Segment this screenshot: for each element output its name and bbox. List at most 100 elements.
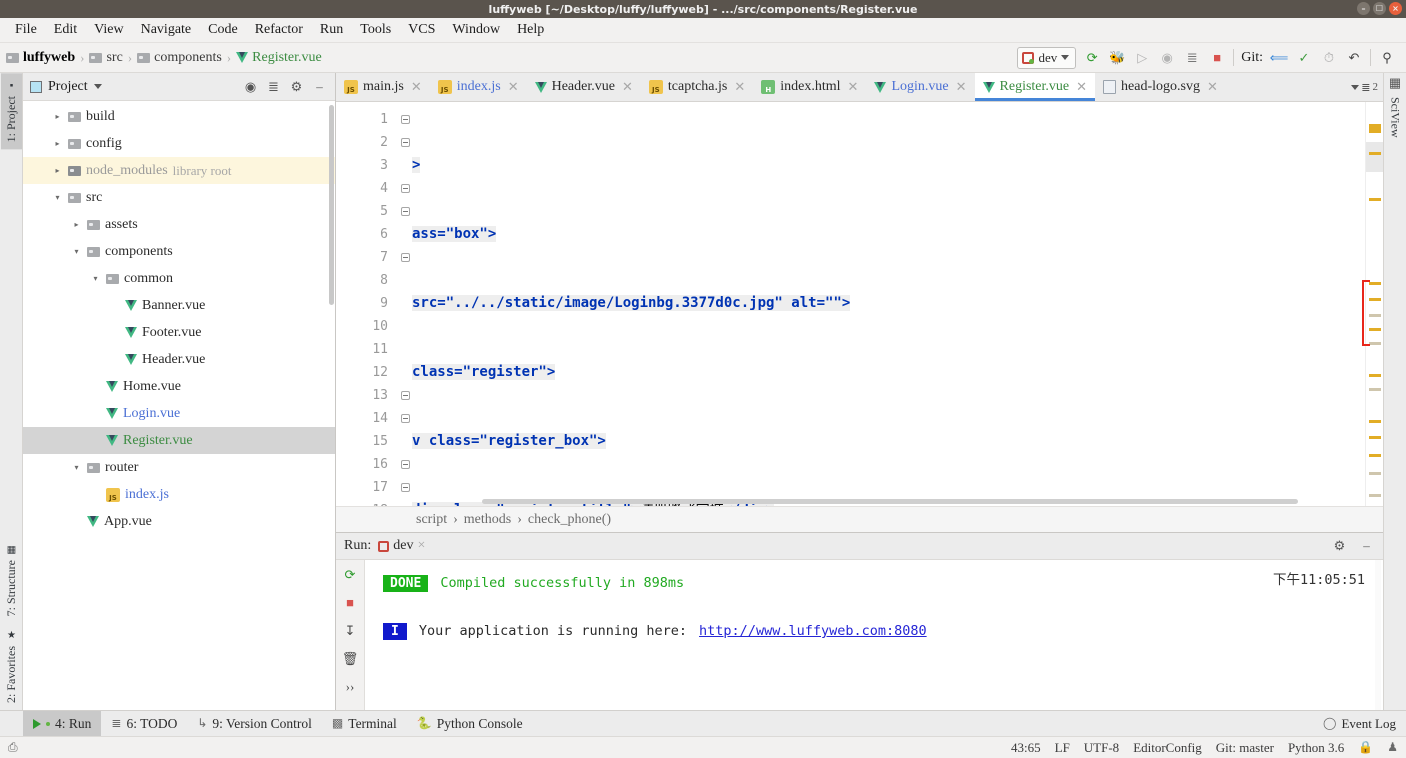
run-coverage-icon[interactable]: ▷ — [1133, 49, 1151, 67]
menu-code[interactable]: Code — [201, 20, 245, 40]
fold-marker[interactable] — [398, 177, 412, 200]
run-step-icon[interactable]: ≣ — [1183, 49, 1201, 67]
chevron-down-icon[interactable] — [1351, 84, 1360, 90]
event-log-label[interactable]: Event Log — [1341, 716, 1396, 732]
gear-icon[interactable]: ⚙ — [1331, 538, 1348, 555]
editor-tab-login-vue[interactable]: Login.vue ✕ — [866, 73, 974, 101]
tree-item-header-vue[interactable]: Header.vue — [23, 346, 335, 373]
editor-tab-index-js[interactable]: JS index.js ✕ — [430, 73, 527, 101]
sciview-grid-icon[interactable]: ▦ — [1387, 73, 1404, 90]
close-icon[interactable]: ✕ — [622, 79, 633, 95]
run-icon[interactable]: ⟳ — [1083, 49, 1101, 67]
menu-window[interactable]: Window — [445, 20, 507, 40]
fold-marker[interactable] — [398, 131, 412, 154]
editorconfig-indicator[interactable]: EditorConfig — [1133, 740, 1202, 756]
lock-icon[interactable]: 🔒 — [1358, 740, 1373, 755]
expand-arrow-icon[interactable]: ▸ — [71, 220, 82, 229]
tree-item-router[interactable]: ▾ router — [23, 454, 335, 481]
tool-tab-todo[interactable]: ≣ 6: TODO — [101, 711, 187, 736]
breadcrumb-file[interactable]: Register.vue — [236, 50, 322, 66]
close-icon[interactable]: ✕ — [508, 79, 519, 95]
tree-item-login-vue[interactable]: Login.vue — [23, 400, 335, 427]
sidebar-item-favorites[interactable]: 2: Favorites ★ — [1, 623, 22, 710]
minimize-button[interactable]: – — [1357, 2, 1370, 15]
tree-item-node-modules[interactable]: ▸ node_modules library root — [23, 157, 335, 184]
menu-run[interactable]: Run — [313, 20, 350, 40]
maximize-button[interactable]: ☐ — [1373, 2, 1386, 15]
menu-tools[interactable]: Tools — [353, 20, 398, 40]
more-icon[interactable]: ›› — [342, 678, 359, 695]
menu-edit[interactable]: Edit — [47, 20, 84, 40]
breadcrumb-function[interactable]: check_phone() — [528, 512, 611, 528]
search-icon[interactable]: ⚲ — [1378, 49, 1396, 67]
tree-item-build[interactable]: ▸ build — [23, 103, 335, 130]
expand-arrow-icon[interactable]: ▸ — [52, 112, 63, 121]
breadcrumb-methods[interactable]: methods — [464, 512, 511, 528]
caret-position[interactable]: 43:65 — [1011, 740, 1041, 756]
expand-arrow-icon[interactable]: ▾ — [90, 274, 101, 283]
rerun-icon[interactable]: ⟳ — [342, 566, 359, 583]
sidebar-item-sciview[interactable]: SciView — [1385, 90, 1406, 145]
hide-icon[interactable]: – — [311, 78, 328, 95]
menu-navigate[interactable]: Navigate — [134, 20, 199, 40]
code-text[interactable]: > ass="box"> src="../../static/image/Log… — [412, 102, 1365, 506]
git-update-icon[interactable]: ⟸ — [1270, 49, 1289, 67]
menu-file[interactable]: File — [8, 20, 44, 40]
editor-tab-tcaptcha-js[interactable]: JS tcaptcha.js ✕ — [641, 73, 753, 101]
close-icon[interactable]: ✕ — [1207, 79, 1218, 95]
gear-icon[interactable]: ⚙ — [288, 78, 305, 95]
editor-tab-header-vue[interactable]: Header.vue ✕ — [527, 73, 641, 101]
git-branch[interactable]: Git: master — [1216, 740, 1274, 756]
file-encoding[interactable]: UTF-8 — [1084, 740, 1119, 756]
tree-item-config[interactable]: ▸ config — [23, 130, 335, 157]
fold-marker[interactable] — [398, 407, 412, 430]
collapse-all-icon[interactable]: ≣ — [265, 78, 282, 95]
breadcrumb-project[interactable]: luffyweb — [6, 50, 75, 66]
git-revert-icon[interactable]: ↶ — [1345, 49, 1363, 67]
close-icon[interactable]: ✕ — [734, 79, 745, 95]
fold-marker[interactable] — [398, 108, 412, 131]
close-icon[interactable]: × — [417, 538, 425, 554]
fold-marker[interactable] — [398, 246, 412, 269]
expand-arrow-icon[interactable]: ▸ — [52, 166, 63, 175]
tool-tab-version-control[interactable]: ↳ 9: Version Control — [187, 711, 322, 736]
tree-item-src[interactable]: ▾ src — [23, 184, 335, 211]
expand-arrow-icon[interactable]: ▾ — [71, 247, 82, 256]
fold-marker[interactable] — [398, 453, 412, 476]
fold-marker[interactable] — [398, 476, 412, 499]
fold-marker[interactable] — [398, 200, 412, 223]
breadcrumb-src[interactable]: src — [89, 50, 123, 66]
tree-item-app-vue[interactable]: App.vue — [23, 508, 335, 535]
editor-tab-head-logo-svg[interactable]: head-logo.svg ✕ — [1095, 73, 1226, 101]
console-scrollbar[interactable] — [1375, 560, 1381, 710]
code-editor[interactable]: 123456789101112131415161718 > ass="box">… — [336, 102, 1383, 506]
editor-tab-register-vue[interactable]: Register.vue ✕ — [974, 73, 1096, 101]
app-url-link[interactable]: http://www.luffyweb.com:8080 — [699, 623, 927, 639]
scroll-to-end-icon[interactable]: ↧ — [342, 622, 359, 639]
expand-arrow-icon[interactable]: ▸ — [52, 139, 63, 148]
editor-tab-main-js[interactable]: JS main.js ✕ — [336, 73, 430, 101]
code-folding-gutter[interactable] — [398, 102, 412, 506]
stop-icon[interactable]: ■ — [342, 594, 359, 611]
memory-indicator-icon[interactable]: ⎙ — [8, 740, 18, 755]
analysis-marker-stripe[interactable] — [1362, 102, 1383, 506]
hide-icon[interactable]: – — [1358, 538, 1375, 555]
expand-arrow-icon[interactable]: ▾ — [71, 463, 82, 472]
line-separator[interactable]: LF — [1055, 740, 1070, 756]
menu-help[interactable]: Help — [510, 20, 551, 40]
menu-view[interactable]: View — [87, 20, 130, 40]
editor-horizontal-scrollbar[interactable] — [482, 499, 1315, 504]
python-interpreter[interactable]: Python 3.6 — [1288, 740, 1344, 756]
debug-icon[interactable]: 🐝 — [1108, 49, 1126, 67]
run-configuration-selector[interactable]: dev — [1017, 46, 1077, 69]
run-console-output[interactable]: DONE Compiled successfully in 898ms I Yo… — [365, 560, 1383, 710]
scrollbar-thumb[interactable] — [1366, 142, 1383, 172]
sidebar-item-structure[interactable]: 7: Structure ▦ — [1, 537, 22, 623]
tree-item-index-js[interactable]: JS index.js — [23, 481, 335, 508]
tool-tab-terminal[interactable]: ▩ Terminal — [322, 711, 407, 736]
editor-tab-index-html[interactable]: Hindex.html ✕ — [753, 73, 866, 101]
tab-list-icon[interactable]: ≣ — [1361, 81, 1370, 94]
menu-refactor[interactable]: Refactor — [248, 20, 310, 40]
tree-item-footer-vue[interactable]: Footer.vue — [23, 319, 335, 346]
stop-icon[interactable]: ■ — [1208, 49, 1226, 67]
